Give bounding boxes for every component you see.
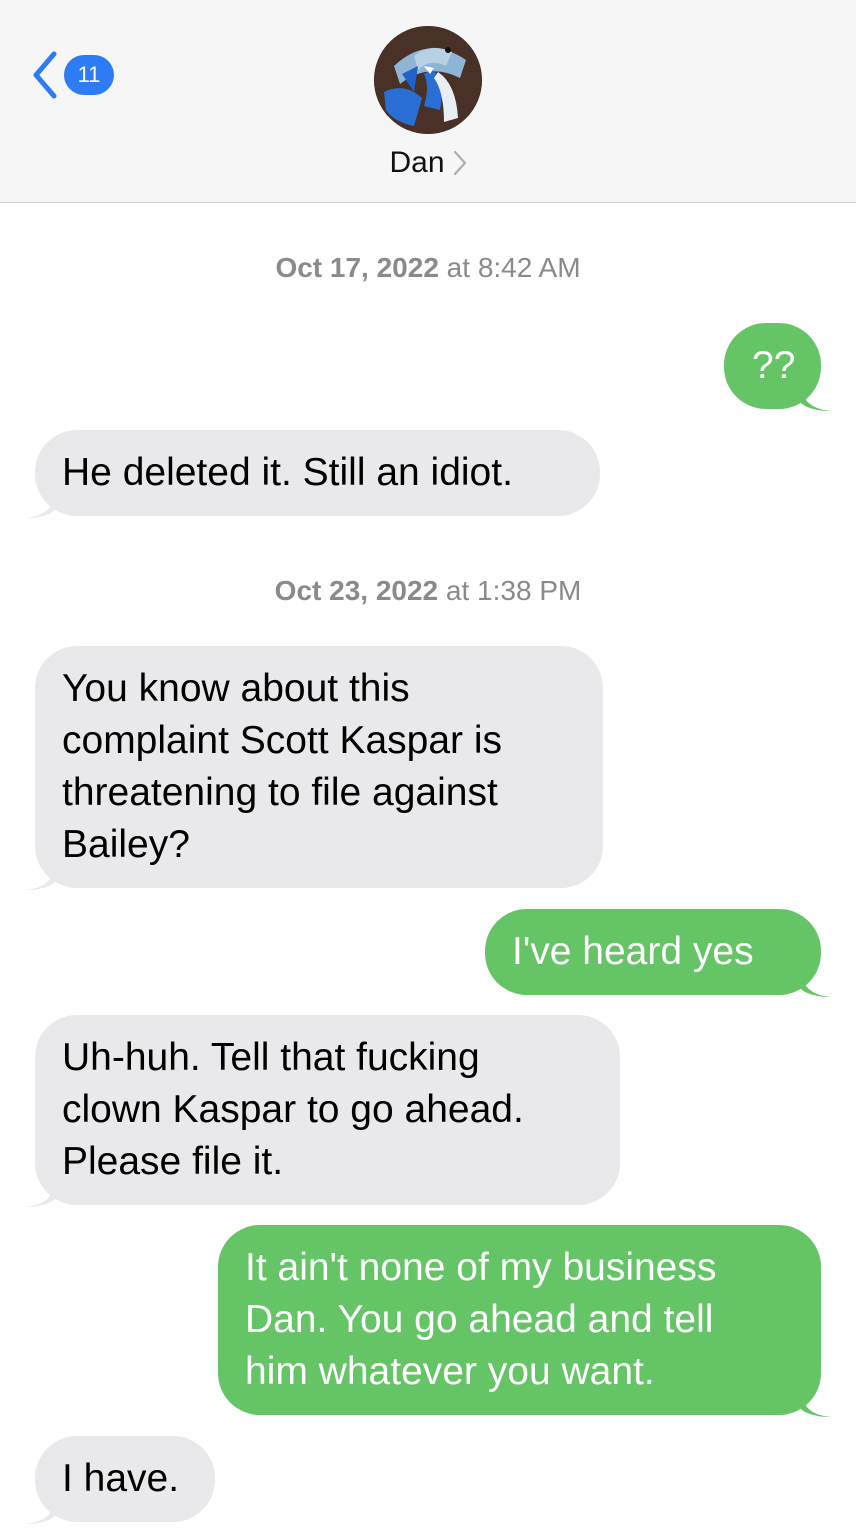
sent-message-bubble[interactable]: It ain't none of my business Dan. You go…: [218, 1225, 831, 1417]
message-text: I have.: [62, 1457, 180, 1500]
message-text-line: Uh-huh. Tell that fucking: [62, 1036, 480, 1079]
timestamp-separator: at: [446, 252, 471, 283]
message-text: He deleted it. Still an idiot.: [62, 451, 513, 494]
timestamp-separator: at: [445, 575, 470, 606]
received-message-bubble[interactable]: I have.: [25, 1436, 215, 1524]
chevron-left-icon: [33, 51, 57, 99]
timestamp: Oct 23, 2022 at 1:38 PM: [0, 575, 856, 607]
bubble-tail: [801, 967, 831, 997]
message-text-line: Bailey?: [62, 823, 190, 866]
message-text-line: You know about this: [62, 667, 410, 710]
shark-avatar-image: [374, 26, 482, 134]
contact-name: Dan: [389, 146, 445, 179]
sent-message-bubble[interactable]: I've heard yes: [485, 909, 831, 997]
contact-avatar[interactable]: [374, 26, 482, 134]
bubble-tail: [801, 381, 831, 411]
timestamp-time: 1:38 PM: [477, 575, 582, 606]
bubble-tail: [25, 488, 55, 518]
received-message-bubble[interactable]: You know about this complaint Scott Kasp…: [25, 646, 603, 890]
contact-name-button[interactable]: Dan: [0, 146, 856, 180]
bubble-tail: [25, 860, 55, 890]
timestamp-date: Oct 17, 2022: [275, 252, 439, 283]
message-text-line: clown Kaspar to go ahead.: [62, 1088, 524, 1131]
bubble-tail: [25, 1494, 55, 1524]
unread-count-badge: 11: [64, 55, 114, 95]
message-text-line: Please file it.: [62, 1140, 284, 1183]
timestamp-date: Oct 23, 2022: [274, 575, 439, 606]
message-text-line: him whatever you want.: [245, 1350, 655, 1393]
message-text-line: Dan. You go ahead and tell: [245, 1298, 714, 1341]
message-text-line: threatening to file against: [62, 771, 498, 814]
conversation-header: 11 Dan: [0, 0, 856, 203]
back-button[interactable]: 11: [30, 50, 114, 100]
chevron-right-icon: [453, 150, 466, 176]
message-text: ??: [752, 344, 796, 387]
message-text-line: It ain't none of my business: [245, 1246, 717, 1289]
timestamp: Oct 17, 2022 at 8:42 AM: [0, 252, 856, 284]
sent-message-bubble[interactable]: ??: [724, 323, 831, 411]
received-message-bubble[interactable]: Uh-huh. Tell that fucking clown Kaspar t…: [25, 1015, 620, 1207]
bubble-tail: [801, 1387, 831, 1417]
bubble-tail: [25, 1177, 55, 1207]
received-message-bubble[interactable]: He deleted it. Still an idiot.: [25, 430, 600, 518]
message-text-line: complaint Scott Kaspar is: [62, 719, 503, 762]
message-text: I've heard yes: [512, 930, 754, 973]
timestamp-time: 8:42 AM: [477, 252, 581, 283]
